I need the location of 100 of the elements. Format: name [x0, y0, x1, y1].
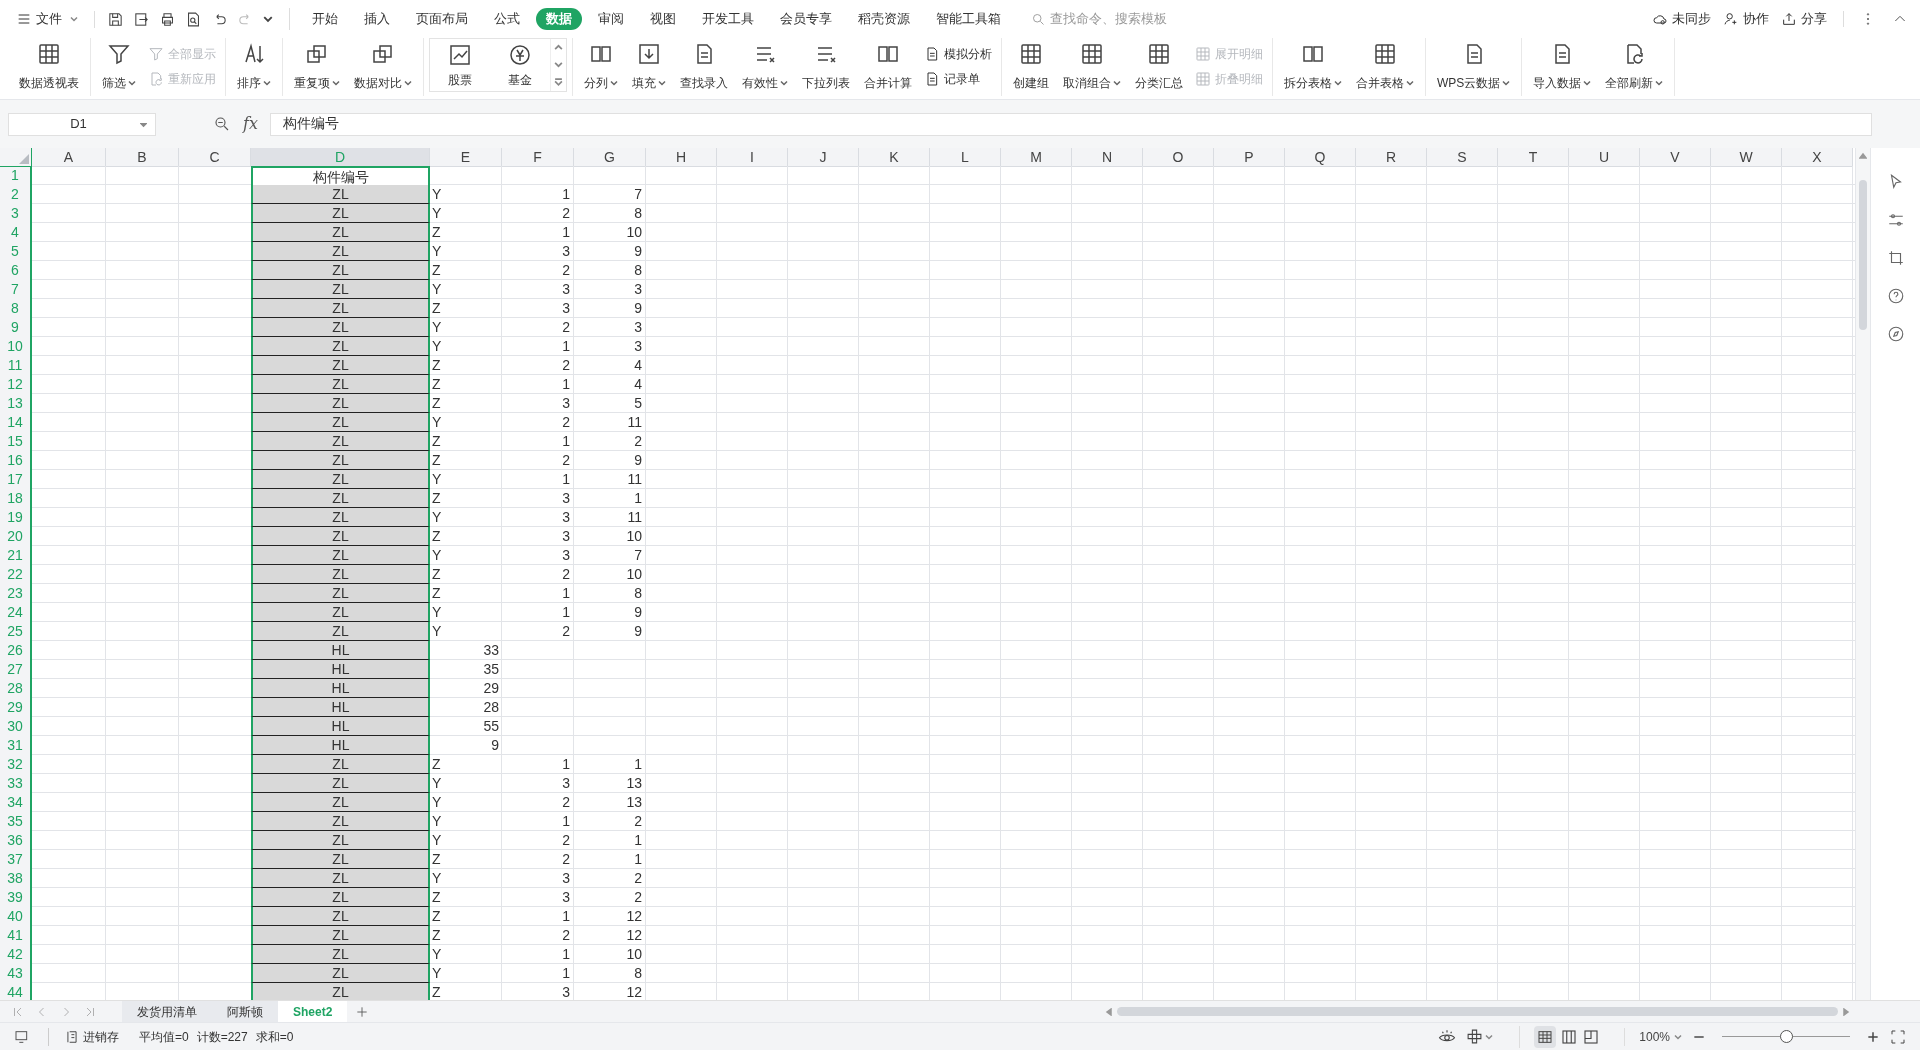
- zoom-in-icon[interactable]: [1866, 1029, 1880, 1044]
- table-cell[interactable]: 9: [574, 622, 646, 641]
- table-cell[interactable]: 2: [574, 812, 646, 831]
- table-cell[interactable]: ZL: [251, 584, 430, 603]
- table-cell[interactable]: 2: [502, 793, 574, 812]
- export-icon[interactable]: [133, 10, 150, 28]
- table-cell[interactable]: 9: [574, 242, 646, 261]
- table-cell[interactable]: Z: [430, 375, 502, 394]
- scroll-right-icon[interactable]: [1842, 1007, 1850, 1016]
- table-cell[interactable]: ZL: [251, 945, 430, 964]
- scroll-left-icon[interactable]: [1105, 1007, 1113, 1016]
- table-cell[interactable]: 1: [574, 831, 646, 850]
- column-header[interactable]: W: [1711, 148, 1782, 167]
- ribbon-button[interactable]: 下拉列表: [796, 38, 856, 94]
- table-cell[interactable]: Y: [430, 508, 502, 527]
- table-cell[interactable]: 构件编号: [251, 166, 430, 187]
- table-cell[interactable]: 2: [574, 432, 646, 451]
- table-cell[interactable]: 11: [574, 470, 646, 489]
- column-header[interactable]: K: [859, 148, 930, 167]
- column-header[interactable]: M: [1001, 148, 1072, 167]
- ribbon-button[interactable]: 数据透视表: [13, 38, 85, 94]
- table-cell[interactable]: 2: [574, 888, 646, 907]
- scrollbar-thumb[interactable]: [1859, 180, 1867, 330]
- table-cell[interactable]: 35: [430, 660, 502, 679]
- table-cell[interactable]: Z: [430, 223, 502, 242]
- table-cell[interactable]: ZL: [251, 261, 430, 280]
- table-cell[interactable]: 11: [574, 508, 646, 527]
- column-header[interactable]: O: [1143, 148, 1214, 167]
- table-cell[interactable]: Z: [430, 565, 502, 584]
- table-cell[interactable]: Y: [430, 793, 502, 812]
- column-header[interactable]: U: [1569, 148, 1640, 167]
- table-cell[interactable]: 1: [502, 375, 574, 394]
- table-cell[interactable]: 1: [502, 470, 574, 489]
- table-cell[interactable]: 10: [574, 223, 646, 242]
- table-cell[interactable]: ZL: [251, 964, 430, 983]
- table-cell[interactable]: HL: [251, 679, 430, 698]
- table-cell[interactable]: Y: [430, 603, 502, 622]
- table-cell[interactable]: ZL: [251, 489, 430, 508]
- table-cell[interactable]: 4: [574, 356, 646, 375]
- table-cell[interactable]: 2: [502, 413, 574, 432]
- sliders-icon[interactable]: [1886, 211, 1905, 229]
- customize-caret-icon[interactable]: [263, 14, 273, 24]
- column-header[interactable]: A: [32, 148, 106, 167]
- table-cell[interactable]: 5: [574, 394, 646, 413]
- column-header[interactable]: X: [1782, 148, 1853, 167]
- formula-field[interactable]: 构件编号: [269, 112, 1872, 136]
- table-cell[interactable]: 2: [502, 261, 574, 280]
- ribbon-button[interactable]: 模拟分析: [920, 41, 996, 66]
- table-cell[interactable]: 1: [574, 489, 646, 508]
- table-cell[interactable]: 8: [574, 964, 646, 983]
- column-header[interactable]: I: [717, 148, 788, 167]
- menu-tab[interactable]: 智能工具箱: [926, 8, 1011, 30]
- gallery-tile[interactable]: 股票: [430, 39, 490, 91]
- menu-tab[interactable]: 开始: [302, 8, 348, 30]
- scroll-up-icon[interactable]: [554, 43, 563, 53]
- table-cell[interactable]: Y: [430, 945, 502, 964]
- menu-tab[interactable]: 公式: [484, 8, 530, 30]
- table-cell[interactable]: Z: [430, 299, 502, 318]
- scrollbar-thumb[interactable]: [1117, 1007, 1838, 1016]
- menu-tab[interactable]: 开发工具: [692, 8, 764, 30]
- table-cell[interactable]: ZL: [251, 432, 430, 451]
- table-cell[interactable]: Z: [430, 261, 502, 280]
- table-cell[interactable]: 10: [574, 565, 646, 584]
- table-cell[interactable]: 8: [574, 584, 646, 603]
- table-cell[interactable]: 10: [574, 527, 646, 546]
- zoom-slider-thumb[interactable]: [1780, 1030, 1793, 1043]
- table-cell[interactable]: 3: [502, 242, 574, 261]
- table-cell[interactable]: 1: [502, 185, 574, 204]
- ribbon-button[interactable]: 记录单: [920, 66, 996, 91]
- column-header[interactable]: L: [930, 148, 1001, 167]
- table-cell[interactable]: Y: [430, 622, 502, 641]
- ribbon-button[interactable]: 数据对比: [348, 38, 418, 94]
- zoom-level-button[interactable]: 100%: [1624, 1027, 1682, 1046]
- gallery-tile[interactable]: 基金: [490, 39, 550, 91]
- monitor-icon[interactable]: [14, 1028, 30, 1045]
- table-cell[interactable]: 2: [502, 831, 574, 850]
- table-cell[interactable]: 13: [574, 774, 646, 793]
- table-cell[interactable]: Y: [430, 280, 502, 299]
- table-cell[interactable]: 10: [574, 945, 646, 964]
- column-header[interactable]: F: [502, 148, 574, 167]
- table-cell[interactable]: 1: [502, 337, 574, 356]
- table-cell[interactable]: Y: [430, 185, 502, 204]
- ribbon-button[interactable]: 取消组合: [1057, 38, 1127, 94]
- search-field[interactable]: 查找命令、搜索模板: [1050, 9, 1250, 29]
- ribbon-button[interactable]: 分类汇总: [1129, 38, 1189, 94]
- menu-tab[interactable]: 审阅: [588, 8, 634, 30]
- table-cell[interactable]: Y: [430, 546, 502, 565]
- table-cell[interactable]: 1: [502, 603, 574, 622]
- table-cell[interactable]: ZL: [251, 318, 430, 337]
- table-cell[interactable]: ZL: [251, 755, 430, 774]
- menu-tab[interactable]: 插入: [354, 8, 400, 30]
- ribbon-button[interactable]: 导入数据: [1527, 38, 1598, 94]
- table-cell[interactable]: ZL: [251, 356, 430, 375]
- table-cell[interactable]: ZL: [251, 470, 430, 489]
- ribbon-button[interactable]: 填充: [626, 38, 672, 94]
- table-cell[interactable]: Y: [430, 812, 502, 831]
- table-cell[interactable]: Y: [430, 869, 502, 888]
- fullscreen-icon[interactable]: [1890, 1028, 1906, 1045]
- table-cell[interactable]: 12: [574, 926, 646, 945]
- column-header[interactable]: P: [1214, 148, 1285, 167]
